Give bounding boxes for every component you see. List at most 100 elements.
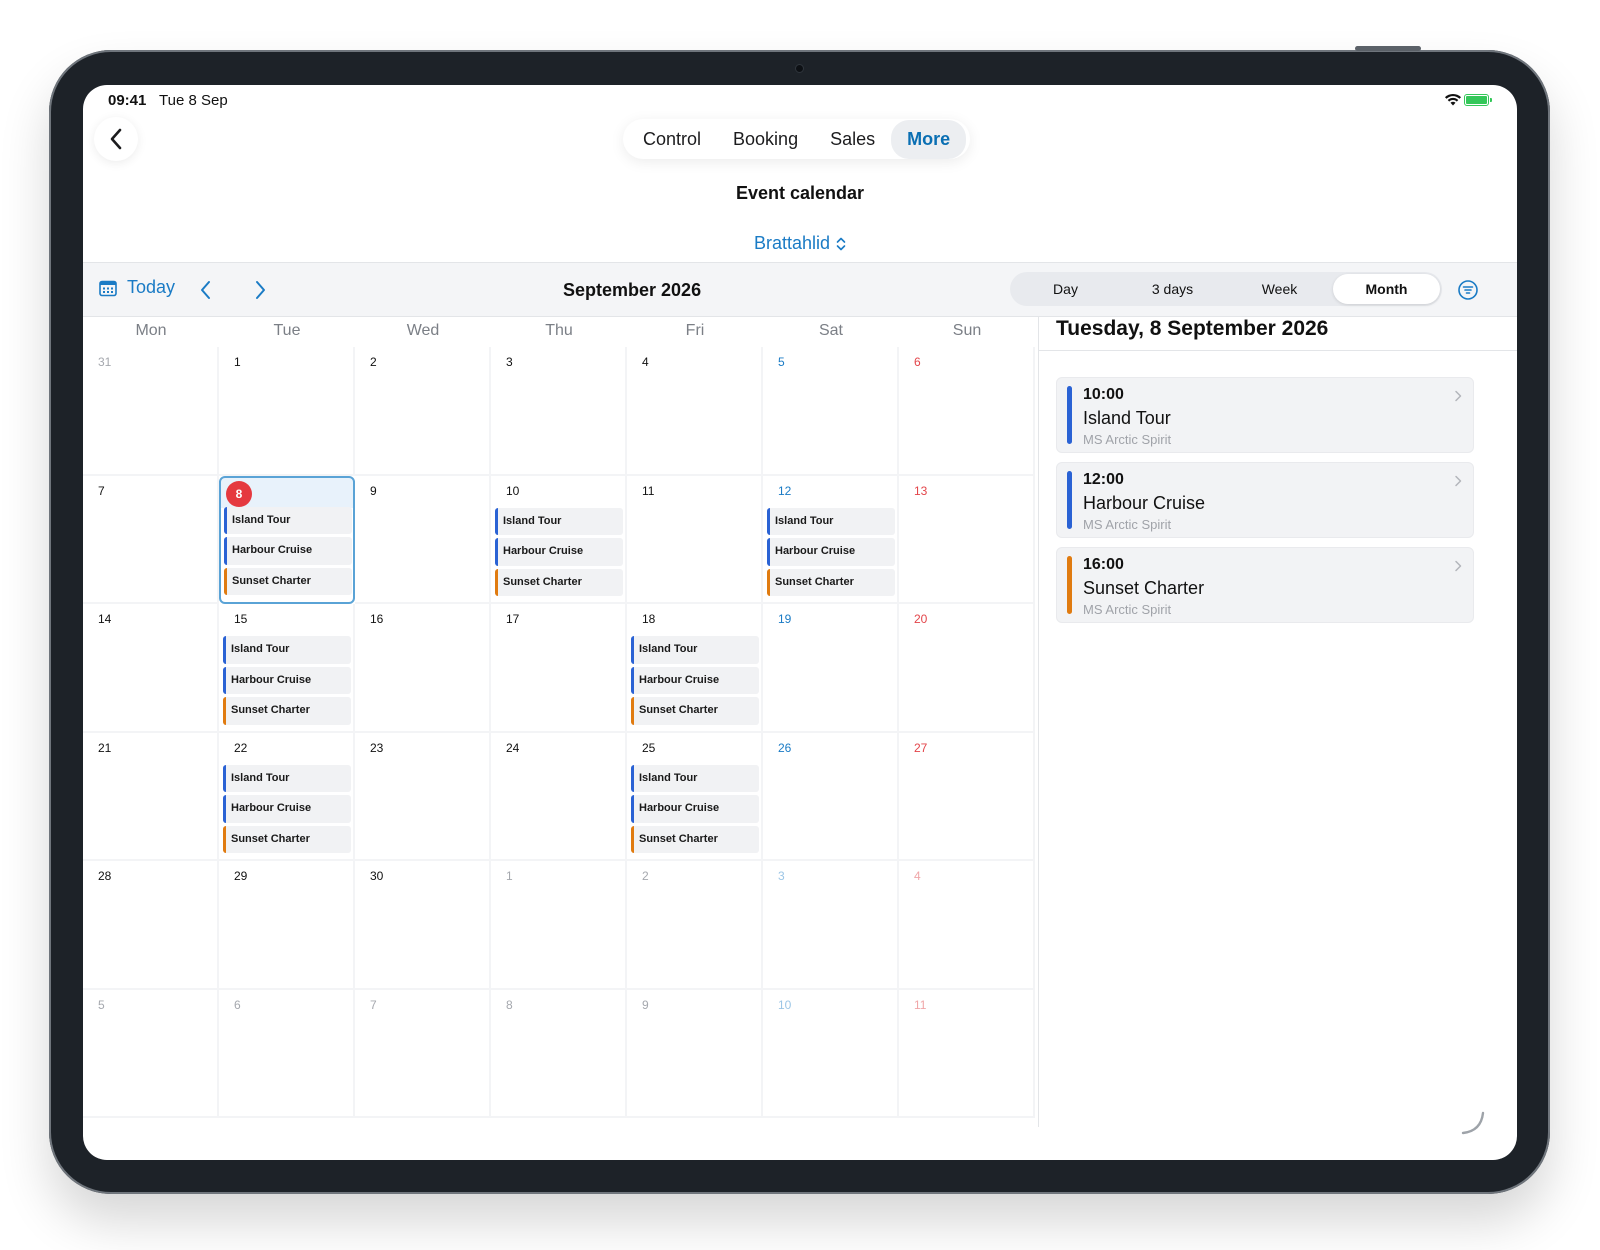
day-cell[interactable]: 18 Island Tour Harbour Cruise Sunset Charte…: [627, 604, 763, 733]
day-cell[interactable]: 6: [219, 989, 355, 1118]
event-chip[interactable]: Harbour Cruise: [631, 795, 759, 823]
event-chip[interactable]: Island Tour: [495, 507, 623, 535]
day-cell-selected[interactable]: 8 Island Tour Harbour Cruise Sunset Charter: [219, 475, 355, 604]
filter-icon[interactable]: [1457, 279, 1479, 301]
location-picker[interactable]: Brattahlid: [83, 233, 1517, 254]
day-cell[interactable]: 25 Island Tour Harbour Cruise Sunset Charte…: [627, 732, 763, 861]
day-cell[interactable]: 23: [355, 732, 491, 861]
tab-control[interactable]: Control: [627, 120, 717, 159]
day-cell[interactable]: 2: [355, 347, 491, 476]
day-events: Island Tour Harbour Cruise Sunset Charter: [223, 764, 351, 853]
day-cell[interactable]: 11: [627, 475, 763, 604]
event-chip[interactable]: Sunset Charter: [631, 697, 759, 725]
weekday-sun: Sun: [952, 322, 982, 339]
day-cell[interactable]: 10: [763, 989, 899, 1118]
day-cell[interactable]: 5: [83, 989, 219, 1118]
prev-month-button[interactable]: [196, 279, 216, 301]
day-cell[interactable]: 3: [491, 347, 627, 476]
day-events: Island Tour Harbour Cruise Sunset Charter: [495, 507, 623, 596]
next-month-button[interactable]: [250, 279, 270, 301]
day-cell[interactable]: 2: [627, 861, 763, 990]
day-cell[interactable]: 29: [219, 861, 355, 990]
day-cell[interactable]: 13: [899, 475, 1035, 604]
day-cell[interactable]: 5: [763, 347, 899, 476]
chevron-right-icon: [1455, 475, 1462, 487]
day-cell[interactable]: 14: [83, 604, 219, 733]
day-cell[interactable]: 30: [355, 861, 491, 990]
day-cell[interactable]: 4: [627, 347, 763, 476]
page-title: Event calendar: [735, 183, 865, 203]
day-number: 8: [506, 997, 513, 1012]
event-chip[interactable]: Harbour Cruise: [223, 666, 351, 694]
day-cell[interactable]: 11: [899, 989, 1035, 1118]
back-button[interactable]: [94, 117, 138, 161]
day-cell[interactable]: 15 Island Tour Harbour Cruise Sunset Charte…: [219, 604, 355, 733]
day-cell[interactable]: 17: [491, 604, 627, 733]
view-day[interactable]: Day: [1012, 274, 1119, 304]
day-cell[interactable]: 22 Island Tour Harbour Cruise Sunset Charte…: [219, 732, 355, 861]
day-cell[interactable]: 6: [899, 347, 1035, 476]
hardware-button: [1355, 46, 1421, 51]
day-cell[interactable]: 31: [83, 347, 219, 476]
event-card[interactable]: 12:00 Harbour Cruise MS Arctic Spirit: [1056, 462, 1474, 538]
day-cell[interactable]: 7: [83, 475, 219, 604]
day-cell[interactable]: 26: [763, 732, 899, 861]
day-cell[interactable]: 3: [763, 861, 899, 990]
view-month[interactable]: Month: [1333, 274, 1440, 304]
day-number: 12: [778, 483, 792, 498]
event-card[interactable]: 16:00 Sunset Charter MS Arctic Spirit: [1056, 547, 1474, 623]
event-chip[interactable]: Island Tour: [767, 507, 895, 535]
day-cell[interactable]: 1: [219, 347, 355, 476]
day-cell[interactable]: 24: [491, 732, 627, 861]
day-number: 10: [506, 483, 520, 498]
tab-booking[interactable]: Booking: [717, 120, 814, 159]
day-number: 3: [506, 355, 513, 369]
view-3-days[interactable]: 3 days: [1119, 274, 1226, 304]
event-chip[interactable]: Harbour Cruise: [631, 666, 759, 694]
day-number: 14: [98, 612, 112, 626]
day-cell[interactable]: 20: [899, 604, 1035, 733]
tab-more[interactable]: More: [891, 119, 967, 159]
front-camera: [795, 64, 804, 73]
event-card[interactable]: 10:00 Island Tour MS Arctic Spirit: [1056, 377, 1474, 453]
day-cell[interactable]: 21: [83, 732, 219, 861]
event-chip[interactable]: Sunset Charter: [223, 825, 351, 853]
event-chip[interactable]: Harbour Cruise: [224, 537, 352, 565]
event-chip[interactable]: Sunset Charter: [224, 567, 352, 595]
day-cell[interactable]: 1: [491, 861, 627, 990]
day-number: 4: [914, 869, 921, 883]
day-cell[interactable]: 28: [83, 861, 219, 990]
day-cell[interactable]: 12 Island Tour Harbour Cruise Sunset Charte…: [763, 475, 899, 604]
day-number: 2: [370, 355, 377, 369]
day-cell[interactable]: 9: [627, 989, 763, 1118]
event-chip[interactable]: Harbour Cruise: [767, 538, 895, 566]
tab-sales[interactable]: Sales: [814, 120, 891, 159]
event-chip[interactable]: Island Tour: [631, 764, 759, 792]
day-cell[interactable]: 8: [491, 989, 627, 1118]
event-chip[interactable]: Harbour Cruise: [223, 795, 351, 823]
event-chip[interactable]: Island Tour: [224, 506, 352, 534]
day-cell[interactable]: 19: [763, 604, 899, 733]
day-events: Island Tour Harbour Cruise Sunset Charter: [631, 764, 759, 853]
day-number: 22: [234, 740, 248, 755]
battery-icon: [1464, 94, 1492, 106]
day-cell[interactable]: 7: [355, 989, 491, 1118]
event-chip[interactable]: Island Tour: [631, 636, 759, 664]
event-chip[interactable]: Sunset Charter: [495, 568, 623, 596]
event-chip[interactable]: Harbour Cruise: [495, 538, 623, 566]
day-cell[interactable]: 4: [899, 861, 1035, 990]
today-button[interactable]: Today: [99, 277, 175, 298]
day-cell[interactable]: 9: [355, 475, 491, 604]
event-chip[interactable]: Sunset Charter: [223, 697, 351, 725]
day-cell[interactable]: 27: [899, 732, 1035, 861]
event-chip[interactable]: Island Tour: [223, 636, 351, 664]
event-chip[interactable]: Island Tour: [223, 764, 351, 792]
day-cell[interactable]: 10 Island Tour Harbour Cruise Sunset Charte…: [491, 475, 627, 604]
day-events: Island Tour Harbour Cruise Sunset Charter: [631, 636, 759, 725]
location-label: Brattahlid: [753, 233, 831, 253]
day-number: 31: [98, 355, 112, 369]
view-week[interactable]: Week: [1226, 274, 1333, 304]
event-chip[interactable]: Sunset Charter: [767, 568, 895, 596]
day-cell[interactable]: 16: [355, 604, 491, 733]
event-chip[interactable]: Sunset Charter: [631, 825, 759, 853]
